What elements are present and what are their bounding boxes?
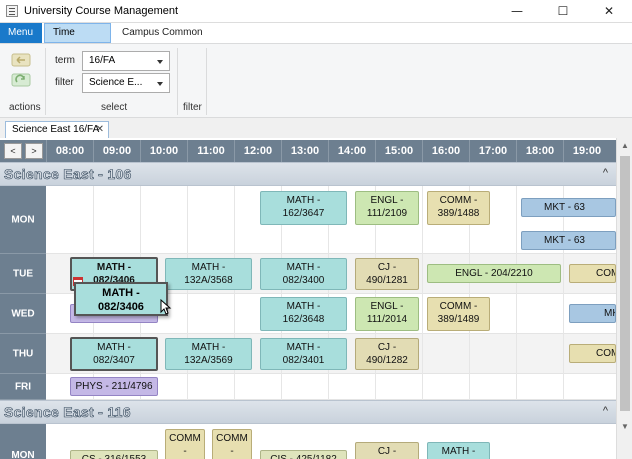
course-block[interactable]: COMM -389/1489 xyxy=(427,297,490,331)
room-title: Science East - 116 xyxy=(4,404,131,421)
group-label-actions: actions xyxy=(9,102,41,113)
course-block[interactable]: COM xyxy=(569,264,616,283)
time-slot: 09:00 xyxy=(93,140,140,162)
course-block[interactable]: MK xyxy=(569,304,616,323)
room-header[interactable]: Science East - 116 ^ xyxy=(0,400,616,424)
course-block[interactable]: CJ -490/1282 xyxy=(355,338,419,370)
course-block[interactable]: ENGL -111/2014 xyxy=(355,297,419,331)
time-slot: 12:00 xyxy=(234,140,281,162)
room-header[interactable]: Science East - 106 ^ xyxy=(0,162,616,186)
time-slot: 17:00 xyxy=(469,140,516,162)
scrollbar-thumb[interactable] xyxy=(620,156,630,411)
chevron-down-icon xyxy=(157,82,163,86)
filter-value: Science E... xyxy=(89,77,143,88)
next-button[interactable]: > xyxy=(25,143,43,159)
app-icon xyxy=(6,5,18,17)
undo-icon[interactable] xyxy=(10,51,32,69)
scroll-up-icon[interactable]: ▲ xyxy=(617,138,632,154)
document-tab-strip: Science East 16/FA ✕ xyxy=(0,118,632,138)
day-label: THU xyxy=(0,334,46,374)
course-block[interactable]: COMM - xyxy=(212,429,252,459)
maximize-button[interactable]: ☐ xyxy=(540,0,586,23)
term-value: 16/FA xyxy=(89,55,116,66)
course-block[interactable]: CS - 316/1553 xyxy=(70,450,158,459)
window-title: University Course Management xyxy=(24,5,179,17)
course-block[interactable]: MATH -132A/3568 xyxy=(165,258,252,290)
time-slot: 11:00 xyxy=(187,140,234,162)
time-slot: 16:00 xyxy=(422,140,469,162)
refresh-icon[interactable] xyxy=(10,71,32,89)
course-block[interactable]: MATH -162/3647 xyxy=(260,191,347,225)
close-icon[interactable]: ✕ xyxy=(96,122,104,137)
scroll-down-icon[interactable]: ▼ xyxy=(617,419,632,435)
course-block[interactable]: COMM - xyxy=(165,429,205,459)
day-label: TUE xyxy=(0,254,46,294)
tab-time-graphs[interactable]: Time Graphs xyxy=(44,23,111,56)
day-label: MON xyxy=(0,186,46,254)
course-block[interactable]: CJ - xyxy=(355,442,419,459)
title-bar: University Course Management — ☐ ✕ xyxy=(0,0,632,23)
time-slot: 15:00 xyxy=(375,140,422,162)
time-header: < > 08:00 09:00 10:00 11:00 12:00 13:00 … xyxy=(0,140,632,162)
group-label-select: select xyxy=(101,102,128,113)
course-block[interactable]: MATH -082/3400 xyxy=(260,258,347,290)
course-block[interactable]: COMM -389/1488 xyxy=(427,191,490,225)
time-slot: 19:00 xyxy=(563,140,610,162)
group-label-filter: filter xyxy=(183,102,202,113)
term-select[interactable]: 16/FA xyxy=(82,51,170,71)
collapse-icon[interactable]: ^ xyxy=(603,405,608,417)
document-tab[interactable]: Science East 16/FA ✕ xyxy=(5,121,109,138)
tab-campus-common[interactable]: Campus Common xyxy=(114,23,211,43)
close-button[interactable]: ✕ xyxy=(586,0,632,23)
course-block[interactable]: COM xyxy=(569,344,616,363)
course-block[interactable]: MKT - 63 xyxy=(521,231,616,250)
course-block[interactable]: MATH - xyxy=(427,442,490,459)
tab-menu[interactable]: Menu xyxy=(0,23,42,43)
schedule-grid: < > 08:00 09:00 10:00 11:00 12:00 13:00 … xyxy=(0,138,632,459)
room-title: Science East - 106 xyxy=(4,166,132,183)
mouse-cursor-icon xyxy=(160,299,172,315)
filter-select[interactable]: Science E... xyxy=(82,73,170,93)
time-slot: 13:00 xyxy=(281,140,328,162)
day-label: FRI xyxy=(0,374,46,400)
day-label: MON xyxy=(0,424,46,459)
group-divider xyxy=(206,48,207,115)
group-divider xyxy=(45,48,46,115)
course-block[interactable]: ENGL - 204/2210 xyxy=(427,264,561,283)
course-block[interactable]: MATH -132A/3569 xyxy=(165,338,252,370)
minimize-button[interactable]: — xyxy=(494,0,540,23)
drag-preview: MATH -082/3406 xyxy=(74,282,168,316)
day-label: WED xyxy=(0,294,46,334)
ribbon-tabs: Menu Time Graphs Campus Common xyxy=(0,23,632,56)
filter-label: filter xyxy=(55,77,74,88)
prev-button[interactable]: < xyxy=(4,143,22,159)
course-block[interactable]: MATH -162/3648 xyxy=(260,297,347,331)
course-block[interactable]: MKT - 63 xyxy=(521,198,616,217)
term-label: term xyxy=(55,55,75,66)
time-slot: 18:00 xyxy=(516,140,563,162)
group-divider xyxy=(177,48,178,115)
course-block[interactable]: CIS - 425/1182 xyxy=(260,450,347,459)
course-block[interactable]: MATH -082/3401 xyxy=(260,338,347,370)
collapse-icon[interactable]: ^ xyxy=(603,167,608,179)
time-slot: 08:00 xyxy=(46,140,93,162)
document-tab-label: Science East 16/FA xyxy=(12,124,100,135)
course-block[interactable]: MATH -082/3407 xyxy=(70,337,158,371)
ribbon: actions term 16/FA filter Science E... s… xyxy=(0,43,632,118)
vertical-scrollbar[interactable]: ▲ ▼ xyxy=(616,138,632,459)
time-slot: 10:00 xyxy=(140,140,187,162)
course-block[interactable]: CJ -490/1281 xyxy=(355,258,419,290)
time-slot: 14:00 xyxy=(328,140,375,162)
course-block[interactable]: PHYS - 211/4796 xyxy=(70,377,158,396)
chevron-down-icon xyxy=(157,60,163,64)
course-block[interactable]: ENGL -111/2109 xyxy=(355,191,419,225)
